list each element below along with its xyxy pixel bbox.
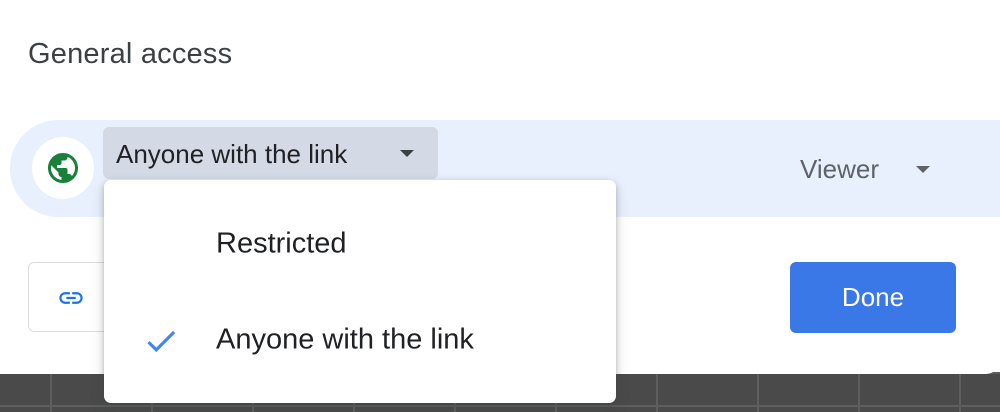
globe-icon-container: [32, 137, 94, 199]
menu-item-restricted[interactable]: Restricted: [104, 198, 616, 288]
general-access-dropdown[interactable]: Anyone with the link: [103, 127, 438, 179]
done-button[interactable]: Done: [790, 262, 956, 333]
role-dropdown-label: Viewer: [800, 154, 880, 184]
menu-item-anyone-with-link[interactable]: Anyone with the link: [104, 294, 616, 384]
chevron-down-icon: [400, 150, 414, 157]
menu-item-label: Anyone with the link: [216, 323, 474, 356]
menu-item-label: Restricted: [216, 227, 347, 260]
link-icon: [59, 292, 83, 304]
general-access-heading: General access: [28, 38, 233, 70]
role-dropdown[interactable]: Viewer: [800, 152, 950, 188]
globe-icon: [48, 153, 78, 183]
chevron-down-icon: [916, 166, 930, 173]
general-access-menu: Restricted Anyone with the link: [104, 180, 616, 403]
general-access-dropdown-label: Anyone with the link: [116, 139, 348, 169]
check-icon: [147, 330, 176, 353]
